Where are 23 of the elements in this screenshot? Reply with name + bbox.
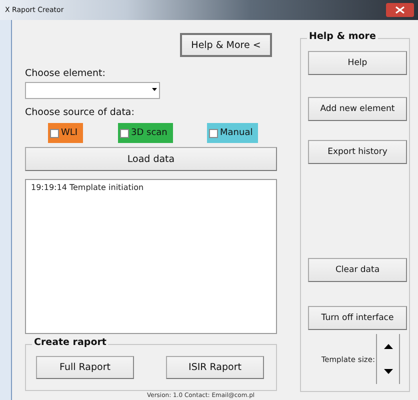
source-checkbox[interactable]: 3D scan	[118, 123, 173, 143]
spin-button[interactable]	[376, 334, 400, 384]
close-icon	[395, 6, 405, 14]
log-entry: 19:19:14 Template initiation	[31, 183, 145, 192]
dropdown-arrow-icon	[152, 88, 157, 91]
up-arrow-icon	[384, 344, 392, 349]
side-button[interactable]: Add new element	[308, 97, 407, 121]
side-button[interactable]: Turn off interface	[308, 306, 407, 330]
down-arrow-icon	[384, 369, 392, 374]
help-more-button[interactable]: Help & More <	[180, 33, 272, 57]
group-title: Help & more	[307, 31, 378, 42]
load-data-button[interactable]: Load data	[25, 147, 277, 171]
group-title: Create raport	[32, 337, 108, 348]
field-label: Choose source of data:	[25, 107, 136, 118]
source-checkbox[interactable]: WLI	[48, 123, 83, 143]
report-button[interactable]: ISIR Raport	[166, 356, 264, 379]
close-button[interactable]	[386, 3, 414, 17]
side-button[interactable]: Clear data	[308, 258, 407, 282]
source-checkbox[interactable]: Manual	[207, 123, 258, 143]
side-button[interactable]: Export history	[308, 140, 407, 164]
report-button[interactable]: Full Raport	[36, 356, 134, 379]
field-label: Choose element:	[25, 68, 106, 79]
side-button[interactable]: Help	[308, 51, 407, 75]
